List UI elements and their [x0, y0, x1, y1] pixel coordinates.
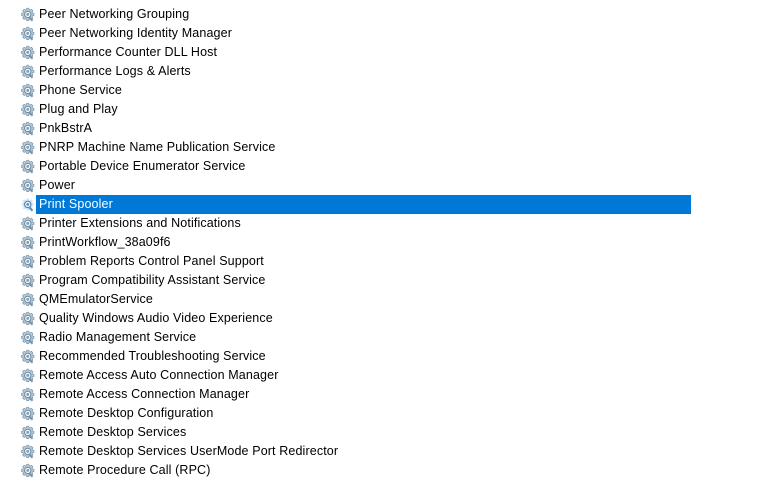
service-name-label: Remote Desktop Services — [39, 425, 187, 439]
service-list-item[interactable]: Radio Management Service — [0, 328, 762, 347]
service-list-item[interactable]: Remote Desktop Services — [0, 423, 762, 442]
service-name-label: Printer Extensions and Notifications — [39, 216, 241, 230]
service-list-item[interactable]: Power — [0, 176, 762, 195]
service-name-label: Program Compatibility Assistant Service — [39, 273, 266, 287]
service-name-label: Phone Service — [39, 83, 122, 97]
service-list-item[interactable]: Performance Logs & Alerts — [0, 62, 762, 81]
service-gear-icon — [20, 387, 36, 403]
service-gear-icon — [20, 83, 36, 99]
selection-highlight — [36, 195, 691, 214]
service-name-label: Peer Networking Identity Manager — [39, 26, 232, 40]
service-name-label: PrintWorkflow_38a09f6 — [39, 235, 171, 249]
service-name-label: Plug and Play — [39, 102, 118, 116]
service-name-label: Remote Access Connection Manager — [39, 387, 250, 401]
service-list-item[interactable]: Remote Access Auto Connection Manager — [0, 366, 762, 385]
service-gear-icon — [20, 330, 36, 346]
service-name-label: Portable Device Enumerator Service — [39, 159, 246, 173]
service-list-item[interactable]: Remote Procedure Call (RPC) — [0, 461, 762, 480]
service-name-label: Performance Counter DLL Host — [39, 45, 218, 59]
service-list-item[interactable]: Peer Networking Grouping — [0, 5, 762, 24]
service-list-item[interactable]: Performance Counter DLL Host — [0, 43, 762, 62]
service-gear-icon — [20, 425, 36, 441]
service-gear-icon — [20, 178, 36, 194]
service-gear-icon — [20, 254, 36, 270]
service-name-label: Radio Management Service — [39, 330, 197, 344]
service-list-item[interactable]: Problem Reports Control Panel Support — [0, 252, 762, 271]
service-gear-icon — [20, 26, 36, 42]
service-name-label: QMEmulatorService — [39, 292, 153, 306]
service-list-item[interactable]: QMEmulatorService — [0, 290, 762, 309]
service-name-label: Problem Reports Control Panel Support — [39, 254, 264, 268]
service-gear-icon — [20, 159, 36, 175]
service-gear-icon — [20, 273, 36, 289]
service-gear-icon — [20, 140, 36, 156]
service-name-label: PnkBstrA — [39, 121, 93, 135]
service-list-item[interactable]: Quality Windows Audio Video Experience — [0, 309, 762, 328]
service-gear-icon — [20, 121, 36, 137]
service-list-item[interactable]: Portable Device Enumerator Service — [0, 157, 762, 176]
service-gear-icon — [20, 311, 36, 327]
service-list-item[interactable]: Remote Desktop Configuration — [0, 404, 762, 423]
service-name-label: Power — [39, 178, 76, 192]
service-name-label: PNRP Machine Name Publication Service — [39, 140, 276, 154]
service-name-label: Peer Networking Grouping — [39, 7, 190, 21]
service-gear-icon — [20, 197, 36, 213]
service-list-item[interactable]: Phone Service — [0, 81, 762, 100]
service-gear-icon — [20, 444, 36, 460]
service-name-label: Recommended Troubleshooting Service — [39, 349, 266, 363]
service-list-item[interactable]: Printer Extensions and Notifications — [0, 214, 762, 233]
service-list-item[interactable]: PrintWorkflow_38a09f6 — [0, 233, 762, 252]
service-gear-icon — [20, 216, 36, 232]
service-gear-icon — [20, 292, 36, 308]
service-gear-icon — [20, 7, 36, 23]
service-gear-icon — [20, 235, 36, 251]
service-list-item[interactable]: PNRP Machine Name Publication Service — [0, 138, 762, 157]
service-list-item[interactable]: Print Spooler — [0, 195, 762, 214]
service-gear-icon — [20, 463, 36, 479]
service-list-item[interactable]: Recommended Troubleshooting Service — [0, 347, 762, 366]
service-gear-icon — [20, 45, 36, 61]
service-list-item[interactable]: PnkBstrA — [0, 119, 762, 138]
service-name-label: Quality Windows Audio Video Experience — [39, 311, 273, 325]
service-gear-icon — [20, 349, 36, 365]
service-name-label: Performance Logs & Alerts — [39, 64, 191, 78]
service-gear-icon — [20, 102, 36, 118]
service-gear-icon — [20, 406, 36, 422]
service-list-item[interactable]: Plug and Play — [0, 100, 762, 119]
service-gear-icon — [20, 64, 36, 80]
service-list-item[interactable]: Peer Networking Identity Manager — [0, 24, 762, 43]
service-list-item[interactable]: Program Compatibility Assistant Service — [0, 271, 762, 290]
service-name-label: Print Spooler — [39, 197, 113, 211]
service-list-item[interactable]: Remote Access Connection Manager — [0, 385, 762, 404]
service-gear-icon — [20, 368, 36, 384]
services-list[interactable]: Peer Networking Grouping Peer Networking … — [0, 0, 762, 503]
service-name-label: Remote Procedure Call (RPC) — [39, 463, 211, 477]
service-list-item[interactable]: Remote Desktop Services UserMode Port Re… — [0, 442, 762, 461]
service-name-label: Remote Access Auto Connection Manager — [39, 368, 279, 382]
service-name-label: Remote Desktop Services UserMode Port Re… — [39, 444, 339, 458]
service-name-label: Remote Desktop Configuration — [39, 406, 214, 420]
